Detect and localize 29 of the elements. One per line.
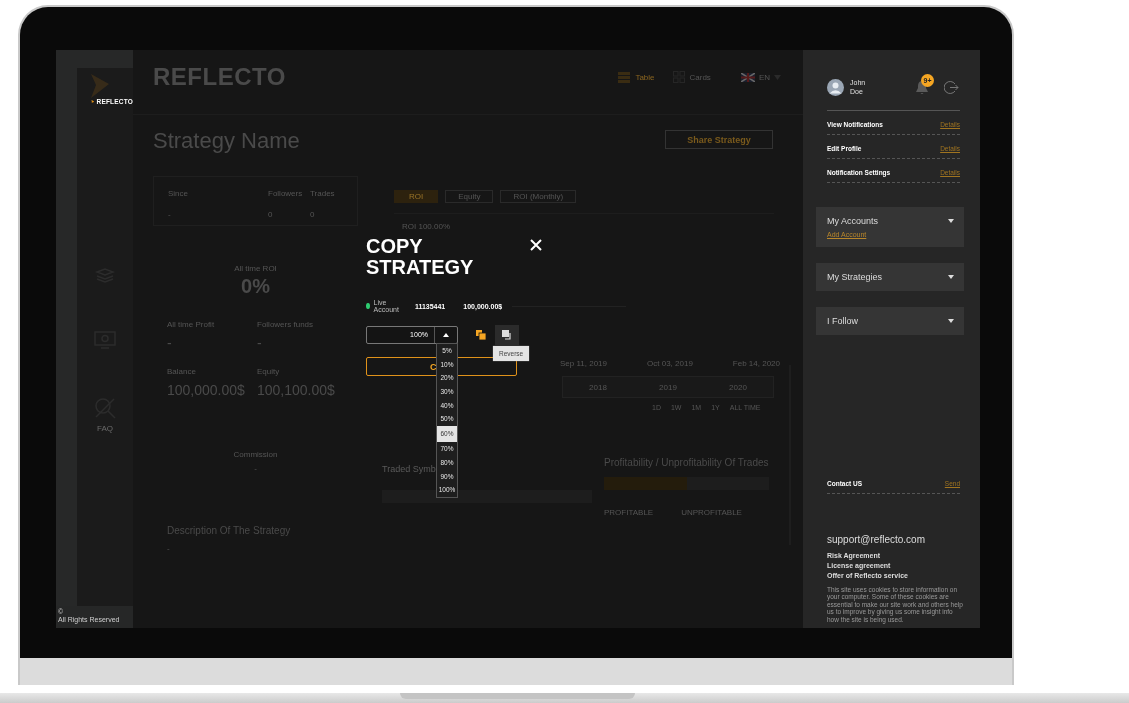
support-email: support@reflecto.com <box>827 533 926 545</box>
caret-icon[interactable] <box>948 275 954 279</box>
caret-icon[interactable] <box>948 219 954 223</box>
legend-label: UNPROFITABLE <box>681 508 742 517</box>
commission-value: - <box>254 464 257 473</box>
description-text: - <box>167 544 171 553</box>
status-dot <box>366 303 370 309</box>
close-icon[interactable] <box>530 239 542 251</box>
figure-value: - <box>167 335 173 351</box>
chart-tab[interactable]: ROI <box>394 190 439 203</box>
reverse-button[interactable] <box>495 325 519 345</box>
accordion-title: I Follow <box>827 316 858 326</box>
accordion-title: My Strategies <box>827 272 883 282</box>
caret-icon[interactable] <box>443 333 449 337</box>
flag-icon[interactable] <box>740 72 755 82</box>
caret-icon[interactable] <box>948 319 954 323</box>
copy-icon[interactable] <box>476 330 486 340</box>
figure-value: - <box>257 335 263 351</box>
legend-label: PROFITABLE <box>604 508 654 517</box>
stat-label: Followers <box>268 189 304 200</box>
copy-icon <box>502 330 512 340</box>
view-tab[interactable]: Table <box>635 72 655 82</box>
accordion-panel[interactable]: I Follow <box>816 307 964 335</box>
modal-title: COPY STRATEGY <box>366 236 475 278</box>
avatar[interactable] <box>827 78 844 96</box>
stat-value: - <box>168 210 172 221</box>
accordion-title: My Accounts <box>827 216 879 226</box>
accordion-panel[interactable]: My Strategies <box>816 263 964 291</box>
logout-icon[interactable] <box>944 79 959 95</box>
